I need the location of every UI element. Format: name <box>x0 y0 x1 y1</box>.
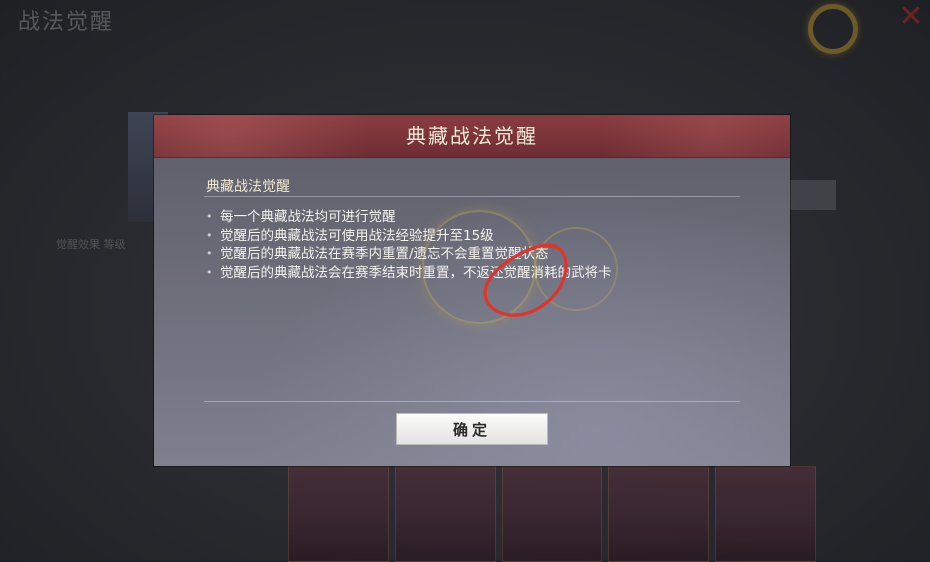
divider <box>204 196 740 197</box>
general-card <box>608 466 710 562</box>
rule-item: • 觉醒后的典藏战法会在赛季结束时重置，不返还觉醒消耗的武将卡 <box>206 264 746 283</box>
divider <box>204 401 740 402</box>
annotation-stroke <box>483 243 568 317</box>
dialog-title: 典藏战法觉醒 <box>406 124 538 148</box>
section-title: 典藏战法觉醒 <box>206 179 290 195</box>
bullet-icon: • <box>206 265 213 279</box>
rule-item: • 觉醒后的典藏战法可使用战法经验提升至15级 <box>206 227 746 246</box>
general-card <box>394 466 496 562</box>
general-card <box>288 466 389 562</box>
ring-icon <box>808 4 858 54</box>
close-icon[interactable]: ✕ <box>896 2 926 32</box>
screen-title: 战法觉醒 <box>18 10 115 35</box>
confirm-button[interactable]: 确定 <box>396 413 548 445</box>
side-panel <box>788 180 836 210</box>
rules-list: • 每一个典藏战法均可进行觉醒 • 觉醒后的典藏战法可使用战法经验提升至15级 … <box>206 208 746 282</box>
dialog-header: 典藏战法觉醒 <box>154 115 790 158</box>
general-card-row <box>288 466 816 562</box>
awaken-effect-label: 觉醒效果 等级 <box>56 238 126 251</box>
rule-text: 每一个典藏战法均可进行觉醒 <box>220 209 396 225</box>
rule-text: 觉醒后的典藏战法可使用战法经验提升至15级 <box>220 227 494 244</box>
bullet-icon: • <box>206 247 213 260</box>
rule-item: • 觉醒后的典藏战法在赛季内重置/遗忘不会重置觉醒状态 <box>206 245 746 264</box>
awaken-info-dialog: 典藏战法觉醒 典藏战法觉醒 • 每一个典藏战法均可进行觉醒 • 觉醒后的典藏战法… <box>154 115 790 466</box>
bullet-icon: • <box>206 210 213 223</box>
rule-item: • 每一个典藏战法均可进行觉醒 <box>206 208 746 227</box>
red-circle-annotation <box>483 243 568 317</box>
general-card <box>715 466 816 562</box>
general-card <box>501 466 603 562</box>
bullet-icon: • <box>206 228 213 242</box>
